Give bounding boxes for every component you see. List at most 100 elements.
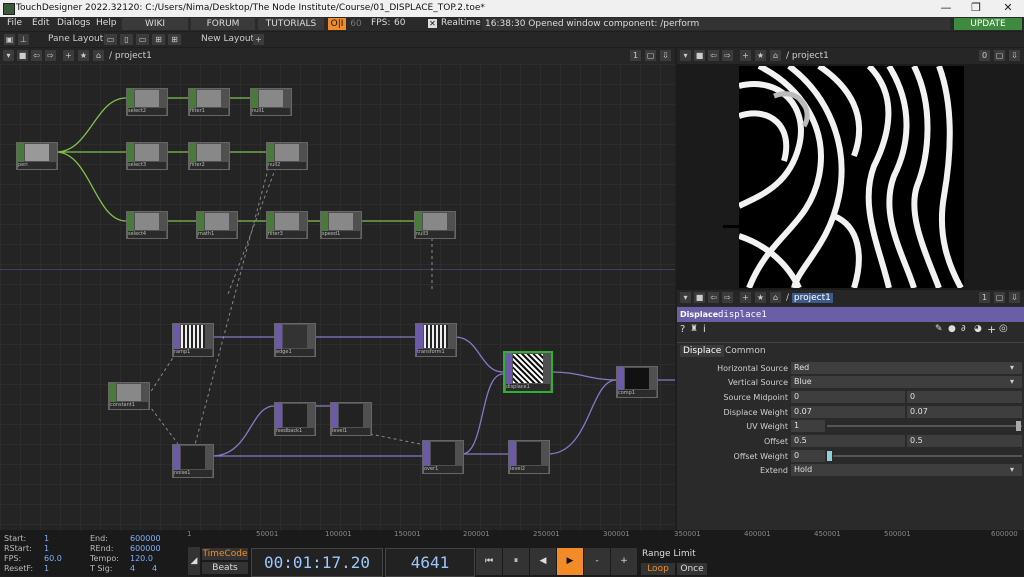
- node-comp1[interactable]: comp1: [616, 366, 658, 398]
- python-icon[interactable]: ♜: [690, 324, 698, 334]
- node-speed1[interactable]: speed1: [320, 211, 362, 239]
- network-path[interactable]: / project1: [109, 51, 152, 61]
- viewer-add-icon[interactable]: +: [740, 50, 751, 61]
- edit-icon[interactable]: ✎: [935, 324, 943, 334]
- back-icon[interactable]: ⇦: [31, 50, 42, 61]
- close-button[interactable]: ✕: [998, 1, 1018, 15]
- step-back-button[interactable]: ◀: [530, 548, 556, 575]
- minimize-button[interactable]: —: [936, 1, 956, 15]
- layout-split-h-icon[interactable]: ▯: [120, 34, 133, 45]
- wiki-button[interactable]: WIKI: [122, 18, 188, 30]
- param-type-icon[interactable]: ■: [694, 292, 705, 303]
- node-peri[interactable]: peri: [16, 142, 58, 170]
- pane-type-icon[interactable]: ■: [17, 50, 28, 61]
- beats-button[interactable]: Beats: [202, 562, 248, 574]
- source-midpoint-y[interactable]: 0: [907, 391, 1022, 403]
- node-null3[interactable]: null3: [414, 211, 456, 239]
- home-icon[interactable]: ⌂: [93, 50, 104, 61]
- link-icon[interactable]: ∂: [961, 324, 966, 334]
- pane-maximize-icon[interactable]: ▢: [645, 50, 656, 61]
- play-button[interactable]: ▶: [557, 548, 583, 575]
- uv-weight-field[interactable]: 1: [791, 420, 825, 432]
- param-star-icon[interactable]: ★: [755, 292, 766, 303]
- param-home-icon[interactable]: ⌂: [770, 292, 781, 303]
- pane-menu-icon[interactable]: ▾: [3, 50, 14, 61]
- node-select3[interactable]: select3: [126, 142, 168, 170]
- loop-button[interactable]: Loop: [641, 563, 675, 575]
- oi-button[interactable]: O|I: [328, 18, 346, 30]
- node-noise1[interactable]: noise1: [172, 444, 214, 478]
- tutorials-button[interactable]: TUTORIALS: [258, 18, 324, 30]
- pane-split-icon[interactable]: ⇩: [660, 50, 671, 61]
- uv-weight-slider[interactable]: [827, 425, 1022, 427]
- source-midpoint-x[interactable]: 0: [791, 391, 905, 403]
- add-icon[interactable]: +: [63, 50, 74, 61]
- menu-dialogs[interactable]: Dialogs: [57, 18, 90, 28]
- node-feedback1[interactable]: feedback1: [274, 402, 316, 436]
- timeline-collapse-icon[interactable]: ◢: [188, 547, 200, 575]
- tsig-denominator[interactable]: 4: [152, 564, 157, 573]
- viewer-split-icon[interactable]: ⇩: [1009, 50, 1020, 61]
- split-icon[interactable]: ⊥: [18, 34, 29, 45]
- node-filter2[interactable]: filter2: [188, 142, 230, 170]
- node-math1[interactable]: math1: [196, 211, 238, 239]
- horizontal-source-dropdown[interactable]: Red: [791, 362, 1022, 374]
- tab-displace[interactable]: Displace: [680, 345, 725, 357]
- viewer-maximize-icon[interactable]: ▢: [994, 50, 1005, 61]
- layout-split-v-icon[interactable]: ▭: [136, 34, 149, 45]
- node-select4[interactable]: select4: [126, 211, 168, 239]
- resetf-value[interactable]: 1: [44, 564, 49, 573]
- forward-icon[interactable]: ⇨: [45, 50, 56, 61]
- fps-value[interactable]: 60.0: [44, 554, 62, 563]
- uv-weight-slider-handle[interactable]: [1016, 421, 1021, 431]
- displace-weight-y[interactable]: 0.07: [907, 406, 1022, 418]
- param-menu-icon[interactable]: ▾: [680, 292, 691, 303]
- node-constant1[interactable]: constant1: [108, 382, 150, 410]
- menu-file[interactable]: File: [7, 18, 22, 28]
- help-icon[interactable]: ?: [680, 324, 685, 335]
- node-transform1[interactable]: transform1: [415, 323, 457, 357]
- step-minus-button[interactable]: -: [584, 548, 610, 575]
- end-value[interactable]: 600000: [130, 534, 161, 543]
- info-icon[interactable]: i: [703, 324, 706, 335]
- timecode-button[interactable]: TimeCode: [202, 548, 248, 560]
- forum-button[interactable]: FORUM: [191, 18, 255, 30]
- offset-weight-field[interactable]: 0: [791, 450, 825, 462]
- add-param-icon[interactable]: +: [987, 323, 996, 336]
- menu-help[interactable]: Help: [96, 18, 117, 28]
- step-plus-button[interactable]: +: [611, 548, 637, 575]
- rewind-button[interactable]: ⏮: [476, 548, 502, 575]
- offset-y[interactable]: 0.5: [907, 435, 1022, 447]
- timecode-display[interactable]: 00:01:17.20: [251, 548, 383, 577]
- layout-quad-icon[interactable]: ⊞: [152, 34, 165, 45]
- rstart-value[interactable]: 1: [44, 544, 49, 553]
- network-editor[interactable]: peri select2 filter1 null1 select3 filte…: [0, 64, 675, 530]
- tempo-value[interactable]: 120.0: [130, 554, 153, 563]
- bookmark-star-icon[interactable]: ★: [78, 50, 89, 61]
- comment-icon[interactable]: ●: [948, 324, 956, 334]
- new-layout-button[interactable]: +: [253, 34, 264, 45]
- language-icon[interactable]: ◕: [974, 324, 982, 334]
- node-select2[interactable]: select2: [126, 88, 168, 116]
- viewer-path[interactable]: / project1: [786, 51, 829, 61]
- node-displace1[interactable]: displace1: [503, 351, 553, 393]
- node-filter3[interactable]: filter3: [266, 211, 308, 239]
- viewer-forward-icon[interactable]: ⇨: [722, 50, 733, 61]
- pause-button[interactable]: ⏸: [503, 548, 529, 575]
- offset-weight-slider[interactable]: [833, 455, 1022, 457]
- maximize-button[interactable]: ❐: [966, 1, 986, 15]
- param-forward-icon[interactable]: ⇨: [722, 292, 733, 303]
- viewer-menu-icon[interactable]: ▾: [680, 50, 691, 61]
- node-ramp1[interactable]: ramp1: [172, 323, 214, 357]
- displace-weight-x[interactable]: 0.07: [791, 406, 905, 418]
- realtime-checkbox[interactable]: ✕: [428, 19, 437, 28]
- layout-icon[interactable]: ▣: [4, 34, 15, 45]
- op-name[interactable]: displace1: [718, 310, 767, 320]
- param-back-icon[interactable]: ⇦: [708, 292, 719, 303]
- node-null1[interactable]: null1: [250, 88, 292, 116]
- once-button[interactable]: Once: [677, 563, 707, 575]
- node-null2[interactable]: null2: [266, 142, 308, 170]
- node-edge1[interactable]: edge1: [274, 323, 316, 357]
- update-button[interactable]: UPDATE: [954, 18, 1022, 30]
- node-level2[interactable]: level2: [508, 440, 550, 474]
